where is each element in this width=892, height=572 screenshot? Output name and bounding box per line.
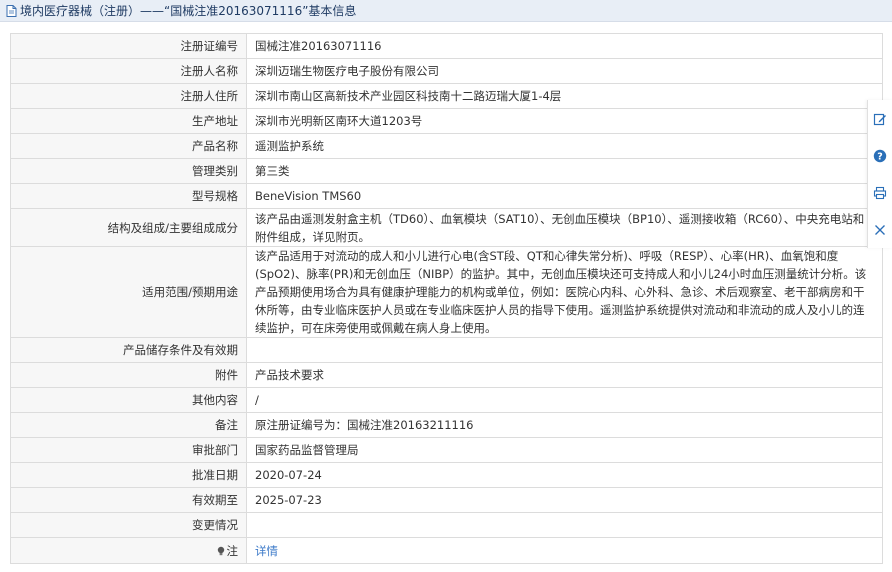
row-label-approval-department: 审批部门 — [10, 437, 247, 463]
table-row: 注册人住所 深圳市南山区高新技术产业园区科技南十二路迈瑞大厦1-4层 — [10, 83, 883, 109]
row-value-registrant-address: 深圳市南山区高新技术产业园区科技南十二路迈瑞大厦1-4层 — [246, 83, 883, 109]
table-row: 产品名称 遥测监护系统 — [10, 133, 883, 159]
print-icon — [873, 186, 887, 199]
row-value-intended-use: 该产品适用于对流动的成人和小儿进行心电(含ST段、QT和心律失常分析)、呼吸（R… — [246, 246, 883, 338]
table-row: 注 详情 — [10, 537, 883, 564]
row-label-model-spec: 型号规格 — [10, 183, 247, 209]
table-row: 型号规格 BeneVision TMS60 — [10, 183, 883, 209]
table-row: 有效期至 2025-07-23 — [10, 487, 883, 513]
table-row: 其他内容 / — [10, 387, 883, 413]
row-value-approval-date: 2020-07-24 — [246, 462, 883, 488]
note-label-text: 注 — [226, 543, 239, 558]
row-label-remark: 备注 — [10, 412, 247, 438]
row-label-registration-number: 注册证编号 — [10, 33, 247, 59]
help-button[interactable]: ? — [868, 137, 892, 174]
row-value-other: / — [246, 387, 883, 413]
document-icon — [6, 4, 17, 17]
row-label-note: 注 — [10, 537, 247, 564]
table-row: 变更情况 — [10, 512, 883, 538]
registration-info-table: 注册证编号 国械注准20163071116 注册人名称 深圳迈瑞生物医疗电子股份… — [10, 33, 883, 564]
table-row: 审批部门 国家药品监督管理局 — [10, 437, 883, 463]
table-row: 注册证编号 国械注准20163071116 — [10, 33, 883, 59]
row-value-changes — [246, 512, 883, 538]
edit-icon — [873, 113, 886, 125]
side-toolbar: ? — [867, 100, 892, 248]
row-value-management-category: 第三类 — [246, 158, 883, 184]
row-value-production-address: 深圳市光明新区南环大道1203号 — [246, 108, 883, 134]
row-label-structure: 结构及组成/主要组成成分 — [10, 208, 247, 247]
row-label-other: 其他内容 — [10, 387, 247, 413]
row-value-registration-number: 国械注准20163071116 — [246, 33, 883, 59]
row-label-registrant-name: 注册人名称 — [10, 58, 247, 84]
row-label-storage: 产品储存条件及有效期 — [10, 337, 247, 363]
row-value-remark: 原注册证编号为：国械注准20163211116 — [246, 412, 883, 438]
row-label-intended-use: 适用范围/预期用途 — [10, 246, 247, 338]
row-label-changes: 变更情况 — [10, 512, 247, 538]
table-row: 结构及组成/主要组成成分 该产品由遥测发射盒主机（TD60）、血氧模块（SAT1… — [10, 208, 883, 247]
details-link[interactable]: 详情 — [255, 544, 278, 558]
svg-text:?: ? — [877, 151, 883, 162]
row-label-management-category: 管理类别 — [10, 158, 247, 184]
lightbulb-icon — [216, 543, 226, 555]
row-value-product-name: 遥测监护系统 — [246, 133, 883, 159]
table-row: 适用范围/预期用途 该产品适用于对流动的成人和小儿进行心电(含ST段、QT和心律… — [10, 246, 883, 338]
row-label-product-name: 产品名称 — [10, 133, 247, 159]
row-value-attachment: 产品技术要求 — [246, 362, 883, 388]
help-icon: ? — [873, 149, 887, 162]
table-row: 批准日期 2020-07-24 — [10, 462, 883, 488]
row-label-production-address: 生产地址 — [10, 108, 247, 134]
table-row: 附件 产品技术要求 — [10, 362, 883, 388]
page-title: 境内医疗器械（注册）——“国械注准20163071116”基本信息 — [20, 4, 357, 18]
close-icon — [875, 224, 885, 235]
row-value-structure: 该产品由遥测发射盒主机（TD60）、血氧模块（SAT10）、无创血压模块（BP1… — [246, 208, 883, 247]
table-row: 备注 原注册证编号为：国械注准20163211116 — [10, 412, 883, 438]
row-label-approval-date: 批准日期 — [10, 462, 247, 488]
row-value-registrant-name: 深圳迈瑞生物医疗电子股份有限公司 — [246, 58, 883, 84]
row-label-registrant-address: 注册人住所 — [10, 83, 247, 109]
table-row: 生产地址 深圳市光明新区南环大道1203号 — [10, 108, 883, 134]
row-label-attachment: 附件 — [10, 362, 247, 388]
table-row: 产品储存条件及有效期 — [10, 337, 883, 363]
row-value-valid-until: 2025-07-23 — [246, 487, 883, 513]
row-label-valid-until: 有效期至 — [10, 487, 247, 513]
row-value-note: 详情 — [246, 537, 883, 564]
print-button[interactable] — [868, 174, 892, 211]
table-row: 管理类别 第三类 — [10, 158, 883, 184]
row-value-approval-department: 国家药品监督管理局 — [246, 437, 883, 463]
page-header: 境内医疗器械（注册）——“国械注准20163071116”基本信息 — [0, 0, 892, 22]
table-row: 注册人名称 深圳迈瑞生物医疗电子股份有限公司 — [10, 58, 883, 84]
close-button[interactable] — [868, 211, 892, 248]
row-value-model-spec: BeneVision TMS60 — [246, 183, 883, 209]
row-value-storage — [246, 337, 883, 363]
edit-button[interactable] — [868, 100, 892, 137]
